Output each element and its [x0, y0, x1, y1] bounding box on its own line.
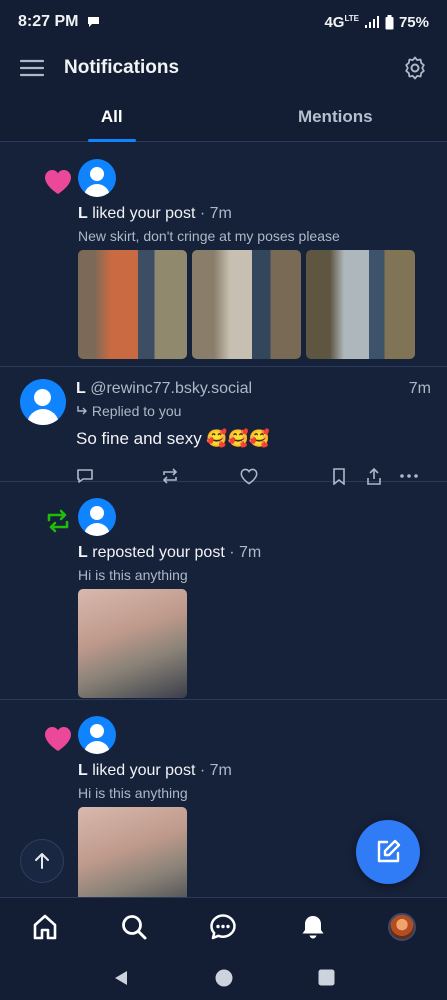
more-options-button[interactable] [400, 474, 418, 478]
status-bar: 8:27 PM 4GLTE 75% [0, 0, 447, 44]
user-name[interactable]: L [78, 205, 88, 222]
bottom-nav [0, 897, 447, 955]
heart-icon [45, 170, 71, 194]
notification-repost[interactable]: L reposted your post · 7m Hi is this any… [0, 482, 447, 700]
tab-all[interactable]: All [0, 92, 224, 141]
arrow-up-icon [35, 853, 49, 869]
heart-icon [45, 727, 71, 751]
header: Notifications [0, 44, 447, 92]
bell-icon[interactable] [299, 913, 327, 941]
reply-context: Replied to you [76, 403, 431, 419]
post-text: So fine and sexy 🥰🥰🥰 [76, 429, 270, 448]
home-circle-icon[interactable] [214, 968, 234, 988]
message-notification-icon [88, 17, 100, 27]
battery-icon [385, 14, 394, 29]
recents-icon[interactable] [318, 969, 335, 986]
user-handle[interactable]: @rewinc77.bsky.social [90, 380, 252, 397]
user-name[interactable]: L [76, 380, 86, 397]
system-nav [0, 955, 447, 1000]
network-type: 4GLTE [324, 13, 359, 31]
notification-text: L liked your post · 7m [78, 205, 232, 222]
post-image[interactable] [192, 250, 301, 359]
home-icon[interactable] [31, 913, 59, 941]
post-preview-text: Hi is this anything [78, 785, 188, 801]
post-image[interactable] [78, 807, 187, 897]
scroll-to-top-button[interactable] [20, 839, 64, 883]
compose-icon [377, 839, 401, 863]
battery-percent: 75% [398, 13, 429, 31]
avatar[interactable] [78, 159, 116, 197]
menu-icon[interactable] [20, 58, 44, 78]
notification-reply[interactable]: L @rewinc77.bsky.social 7m Replied to yo… [0, 367, 447, 485]
user-name[interactable]: L [78, 762, 88, 779]
post-image[interactable] [78, 250, 187, 359]
clock: 8:27 PM [18, 13, 79, 30]
compose-button[interactable] [356, 820, 420, 884]
tab-mentions[interactable]: Mentions [224, 92, 447, 141]
avatar[interactable] [78, 716, 116, 754]
image-gallery [78, 250, 417, 359]
notification-feed[interactable]: L liked your post · 7m New skirt, don't … [0, 143, 447, 897]
notification-like[interactable]: L liked your post · 7m New skirt, don't … [0, 143, 447, 367]
avatar[interactable] [78, 498, 116, 536]
search-icon[interactable] [120, 913, 148, 941]
back-icon[interactable] [112, 969, 130, 987]
post-image[interactable] [78, 589, 187, 698]
post-preview-text: Hi is this anything [78, 567, 188, 583]
signal-icon [364, 16, 379, 28]
post-image[interactable] [306, 250, 415, 359]
timestamp: 7m [408, 380, 431, 397]
notification-text: L reposted your post · 7m [78, 544, 262, 561]
notification-text: L liked your post · 7m [78, 762, 232, 779]
profile-avatar[interactable] [388, 912, 417, 941]
page-title: Notifications [64, 57, 180, 78]
repost-icon [47, 509, 69, 533]
chat-icon[interactable] [209, 913, 237, 941]
reply-arrow-icon [77, 406, 87, 415]
image-gallery [78, 589, 417, 698]
more-dots-icon [400, 474, 418, 478]
user-name[interactable]: L [78, 544, 88, 561]
settings-icon[interactable] [403, 56, 427, 80]
tab-bar: All Mentions [0, 92, 447, 142]
avatar[interactable] [20, 379, 66, 425]
post-preview-text: New skirt, don't cringe at my poses plea… [78, 228, 340, 244]
